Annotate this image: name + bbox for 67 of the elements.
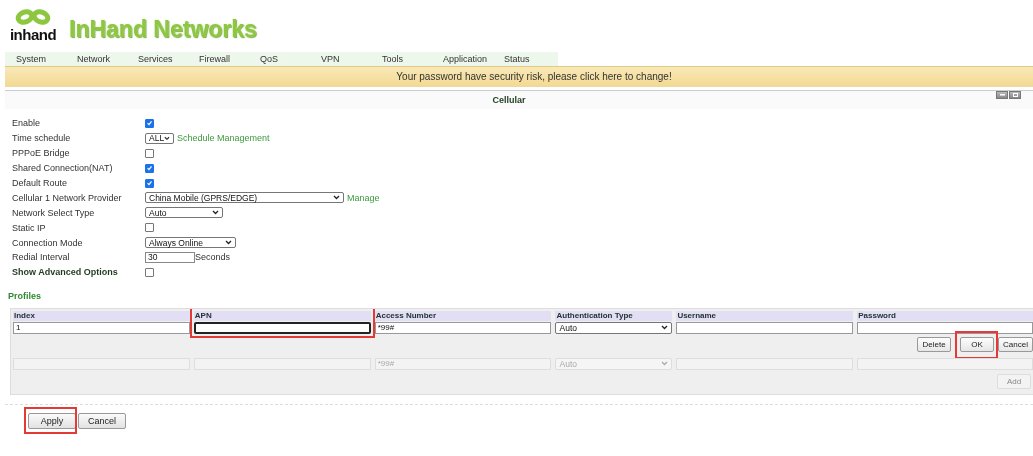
unit-label: Seconds xyxy=(195,252,231,263)
input-field[interactable]: 1 xyxy=(13,321,190,334)
checkbox[interactable] xyxy=(145,118,154,128)
brand-title: InHand Networks xyxy=(69,16,257,42)
caret-icon xyxy=(333,195,340,201)
checkbox[interactable] xyxy=(145,267,154,277)
button[interactable]: Cancel xyxy=(998,336,1033,352)
field-label: Static IP xyxy=(11,222,47,233)
nav-item[interactable]: Tools xyxy=(371,54,432,64)
field-label: PPPoE Bridge xyxy=(11,148,71,159)
nav-item[interactable]: Network xyxy=(66,54,127,64)
dropdown[interactable]: ALL xyxy=(145,132,174,144)
warning-link[interactable]: Your password have security risk, please click here to change! xyxy=(396,71,672,82)
input-field[interactable] xyxy=(193,321,371,334)
button[interactable]: Delete xyxy=(917,336,952,352)
field-label: Time schedule xyxy=(11,133,72,144)
panel-title: Cellular xyxy=(492,95,526,105)
field-label: Network Select Type xyxy=(11,207,96,218)
column-header: Username xyxy=(676,310,854,321)
caret-icon xyxy=(661,325,669,331)
caret-icon xyxy=(661,361,669,367)
dropdown[interactable]: Auto xyxy=(145,207,223,219)
dropdown[interactable]: Auto xyxy=(555,321,673,334)
button[interactable]: OK xyxy=(960,336,995,352)
nav-item[interactable]: QoS xyxy=(249,54,310,64)
column-header: Index xyxy=(13,310,190,321)
maximize-button[interactable] xyxy=(1009,91,1021,99)
checkbox[interactable] xyxy=(145,223,154,233)
dropdown[interactable]: China Mobile (GPRS/EDGE) xyxy=(145,192,344,204)
nav-item[interactable]: Application xyxy=(432,54,493,64)
logo-icon xyxy=(15,8,51,28)
maximize-icon xyxy=(1012,93,1018,97)
field-label: Connection Mode xyxy=(11,237,84,248)
checkbox[interactable] xyxy=(145,163,154,173)
button[interactable]: Cancel xyxy=(78,412,126,429)
nav-item[interactable]: Status xyxy=(493,54,554,64)
field-label: Show Advanced Options xyxy=(11,267,119,278)
nav-item[interactable]: VPN xyxy=(310,54,371,64)
link[interactable]: Schedule Management xyxy=(177,133,270,144)
caret-icon xyxy=(164,135,170,141)
column-header: Access Number xyxy=(374,310,552,321)
logo-wordmark: inhand xyxy=(9,28,57,42)
nav-item[interactable]: System xyxy=(5,54,66,64)
section-title: Profiles xyxy=(7,290,42,303)
link[interactable]: Manage xyxy=(347,192,380,203)
field-label: Redial Interval xyxy=(11,252,71,263)
caret-icon xyxy=(212,210,219,216)
column-header: Password xyxy=(857,310,1033,321)
input-field[interactable] xyxy=(857,321,1033,334)
caret-icon xyxy=(225,240,232,246)
nav-item[interactable]: Services xyxy=(127,54,188,64)
input-field[interactable]: *99# xyxy=(374,321,552,334)
checkbox[interactable] xyxy=(145,178,154,188)
nav-item[interactable]: Firewall xyxy=(188,54,249,64)
text-field[interactable]: 30 xyxy=(145,251,195,263)
input-field[interactable] xyxy=(676,321,854,334)
field-label: Cellular 1 Network Provider xyxy=(11,192,123,203)
dropdown[interactable]: Always Online xyxy=(145,237,236,249)
field-label: Enable xyxy=(11,118,42,129)
column-header: Authentication Type xyxy=(555,310,673,321)
button[interactable]: Apply xyxy=(28,412,76,429)
minimize-button[interactable] xyxy=(996,91,1008,99)
minimize-icon xyxy=(999,94,1005,96)
field-label: Shared Connection(NAT) xyxy=(11,163,114,174)
field-label: Default Route xyxy=(11,178,69,188)
column-header: APN xyxy=(193,310,371,321)
checkbox[interactable] xyxy=(145,148,154,158)
